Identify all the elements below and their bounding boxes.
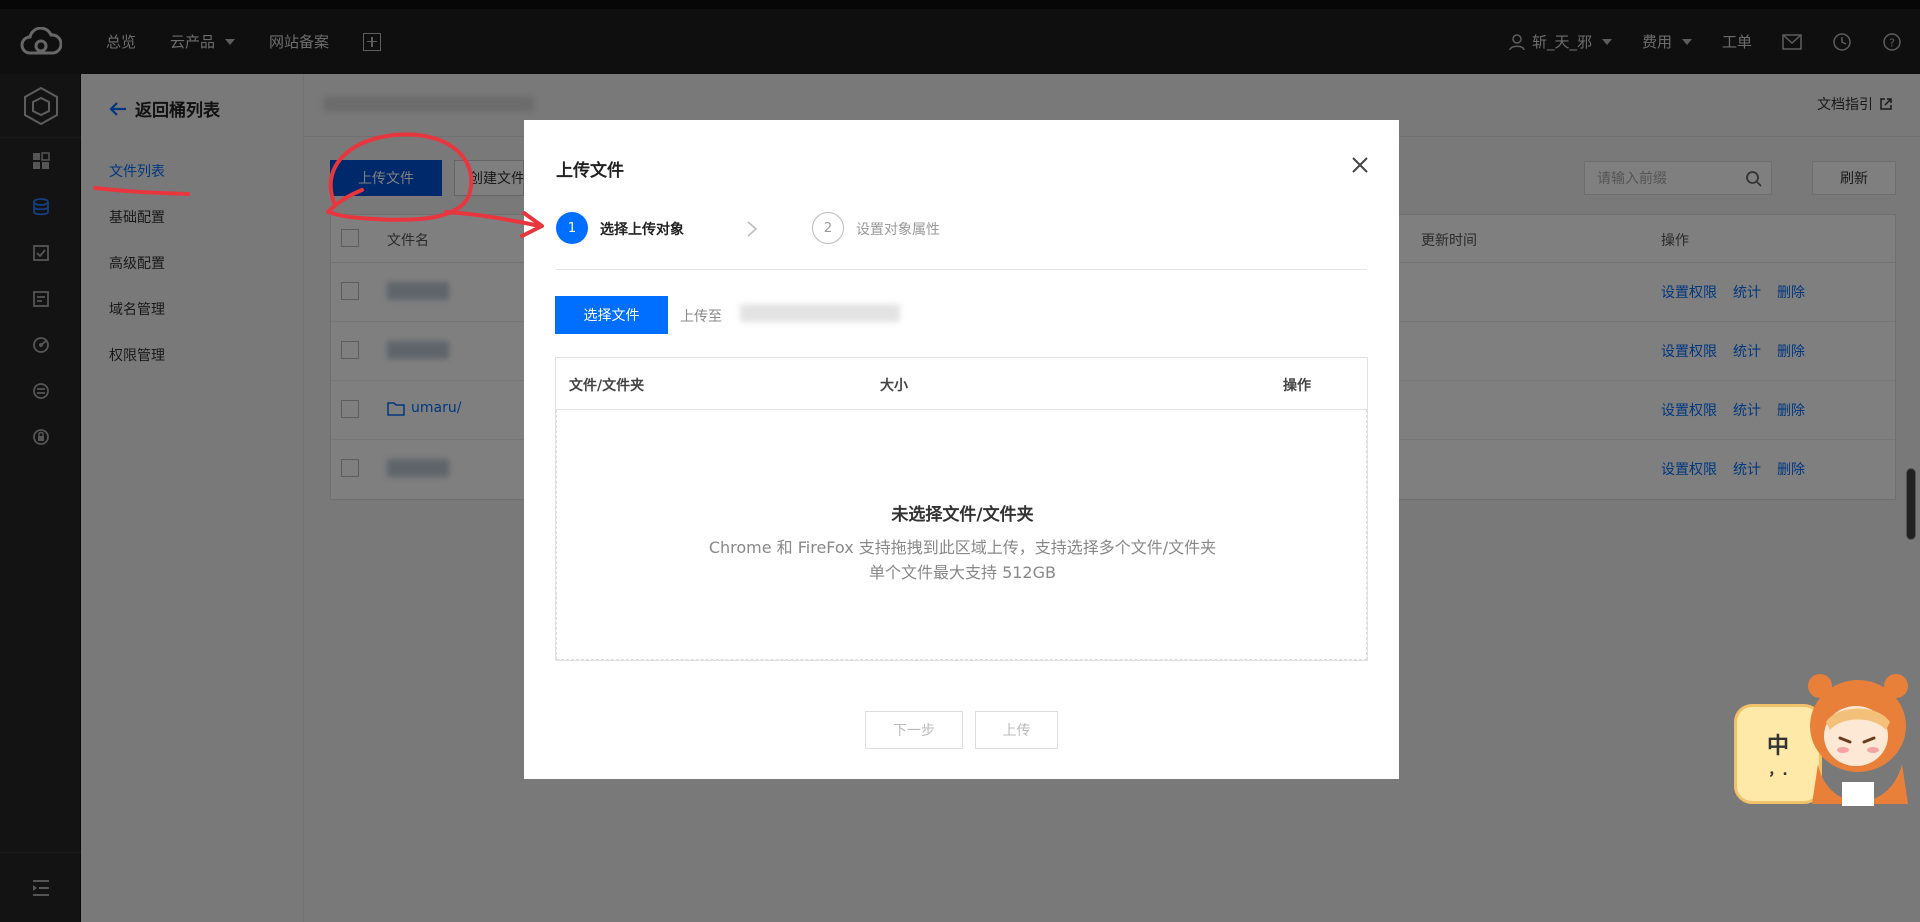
upload-table-header: 文件/文件夹 大小 操作 [556, 358, 1367, 410]
upload-file-dialog: 上传文件 1 选择上传对象 2 设置对象属性 选择文件 上传至 文件/文件夹 大… [524, 120, 1399, 779]
upload-path-redacted [740, 304, 900, 322]
col-file-folder: 文件/文件夹 [569, 378, 645, 394]
step-2-indicator: 2 [812, 212, 844, 244]
upload-file-table: 文件/文件夹 大小 操作 未选择文件/文件夹 Chrome 和 FireFox … [555, 357, 1368, 661]
upload-button[interactable]: 上传 [975, 711, 1058, 749]
mascot-character-icon [1808, 674, 1908, 806]
close-icon[interactable] [1351, 156, 1369, 178]
step-1-label: 选择上传对象 [600, 222, 684, 238]
upload-to-label: 上传至 [680, 309, 722, 325]
col-size: 大小 [880, 378, 908, 394]
drag-drop-hint: Chrome 和 FireFox 支持拖拽到此区域上传，支持选择多个文件/文件夹 [708, 538, 1217, 557]
col-ops: 操作 [1283, 378, 1311, 394]
mini-scroll-indicator[interactable] [1906, 468, 1916, 540]
empty-title: 未选择文件/文件夹 [891, 505, 1034, 525]
dialog-title: 上传文件 [556, 161, 624, 181]
drop-zone[interactable]: 未选择文件/文件夹 Chrome 和 FireFox 支持拖拽到此区域上传，支持… [556, 410, 1367, 660]
upload-steps: 1 选择上传对象 2 设置对象属性 [556, 212, 1367, 270]
next-step-button[interactable]: 下一步 [865, 711, 963, 749]
step-2-label: 设置对象属性 [856, 222, 940, 238]
select-file-button[interactable]: 选择文件 [555, 296, 668, 334]
max-size-hint: 单个文件最大支持 512GB [868, 563, 1056, 582]
ime-punct-label: ，. [1768, 763, 1788, 779]
ime-mascot-widget[interactable]: 中 ，. [1730, 664, 1920, 814]
step-1-indicator: 1 [556, 212, 588, 244]
chevron-right-icon [747, 221, 758, 237]
ime-mode-label: 中 [1766, 734, 1789, 759]
